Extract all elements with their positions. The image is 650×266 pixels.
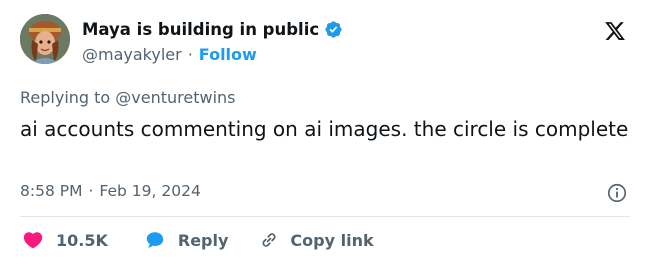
- tweet-time: 8:58 PM: [20, 182, 83, 200]
- reply-label: Reply: [177, 230, 229, 250]
- heart-icon: [23, 232, 43, 249]
- follow-button[interactable]: Follow: [199, 45, 257, 64]
- tweet-timestamp[interactable]: 8:58 PM · Feb 19, 2024: [20, 182, 201, 200]
- avatar[interactable]: [20, 14, 70, 64]
- replying-to-handle[interactable]: @venturetwins: [115, 88, 235, 107]
- avatar-image: [20, 14, 70, 64]
- link-icon: [262, 233, 276, 247]
- separator-dot: ·: [187, 45, 193, 64]
- tweet-text: ai accounts commenting on ai images. the…: [20, 117, 629, 141]
- speech-bubble-icon: [146, 232, 164, 248]
- timestamp-separator: ·: [88, 182, 94, 200]
- action-bar: 10.5K Reply Copy link: [22, 229, 374, 251]
- author-handle-row: @mayakyler · Follow: [82, 45, 257, 64]
- copy-link-label: Copy link: [290, 230, 374, 250]
- reply-button[interactable]: Reply: [144, 229, 229, 251]
- copy-link-button[interactable]: Copy link: [258, 229, 374, 251]
- info-icon[interactable]: [606, 182, 628, 204]
- divider: [20, 216, 630, 217]
- replying-to-prefix: Replying to: [20, 88, 111, 107]
- author-name-row: Maya is building in public: [82, 20, 343, 39]
- replying-to: Replying to @venturetwins: [20, 88, 236, 107]
- x-logo-icon[interactable]: [604, 20, 626, 42]
- verified-badge-icon: [325, 21, 342, 38]
- like-button[interactable]: 10.5K: [22, 229, 108, 251]
- tweet-date: Feb 19, 2024: [99, 182, 201, 200]
- display-name[interactable]: Maya is building in public: [82, 20, 319, 39]
- likes-count: 10.5K: [56, 230, 108, 250]
- author-handle[interactable]: @mayakyler: [82, 45, 182, 64]
